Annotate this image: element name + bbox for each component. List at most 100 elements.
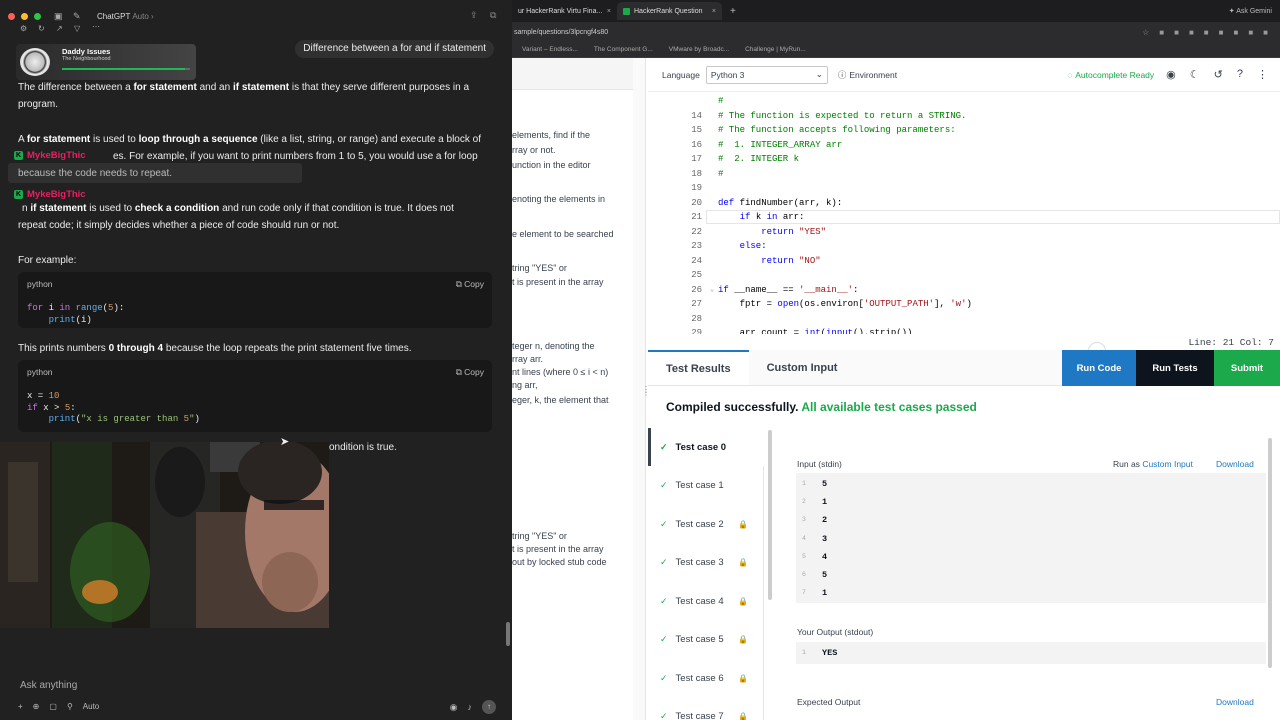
run-tests-button[interactable]: Run Tests xyxy=(1136,350,1214,386)
fold-icon[interactable]: ⌄ xyxy=(710,283,714,297)
url-field[interactable]: sample/questions/3lpcngf4s80 xyxy=(514,29,1142,36)
test-case-label: Test case 2 xyxy=(675,518,724,530)
bookmark[interactable]: VMware by Broadc... xyxy=(663,46,735,53)
new-chat-icon[interactable]: ✎ xyxy=(73,11,81,22)
code-line[interactable]: 25 xyxy=(648,268,1280,282)
more-icon[interactable]: ⋮ xyxy=(1257,68,1268,81)
run-code-button[interactable]: Run Code xyxy=(1062,350,1136,386)
tab-hackerrank-question[interactable]: HackerRank Question × xyxy=(617,2,722,20)
ask-gemini-button[interactable]: ✦ Ask Gemini xyxy=(1229,7,1272,15)
code-line[interactable]: 16 # 1. INTEGER_ARRAY arr xyxy=(648,138,1280,152)
run-as-custom-link[interactable]: Run as Custom Input xyxy=(1113,459,1193,469)
filter-icon[interactable]: ▽ xyxy=(74,24,80,33)
eye-icon[interactable]: ◉ xyxy=(1166,68,1176,81)
code-line[interactable]: 26 if __name__ == '__main__': ⌄ xyxy=(648,283,1280,297)
copy-button[interactable]: ⧉ Copy xyxy=(456,279,484,290)
test-case-item[interactable]: ✓ Test case 1 xyxy=(648,467,764,505)
globe-icon[interactable]: ⊕ xyxy=(33,702,40,711)
download-input-link[interactable]: Download xyxy=(1216,459,1254,469)
message-input[interactable]: Ask anything xyxy=(20,680,77,691)
new-tab-button[interactable]: + xyxy=(722,6,744,17)
voice-icon[interactable]: ◉ xyxy=(450,702,458,713)
problem-line: ng arr, xyxy=(512,380,538,390)
code-block: python ⧉ Copy for i in range(5): print(i… xyxy=(18,272,492,328)
extension-icon[interactable]: ■ xyxy=(1233,28,1238,37)
code-lines[interactable]: #14 # The function is expected to return … xyxy=(648,94,1280,334)
scrollbar[interactable] xyxy=(768,430,772,600)
new-window-icon[interactable]: ⧉ xyxy=(490,10,496,21)
history-icon[interactable]: ↺ xyxy=(1214,68,1223,81)
extension-icon[interactable]: ■ xyxy=(1219,28,1224,37)
tab-test-results[interactable]: Test Results xyxy=(648,350,749,385)
extension-icon[interactable]: ■ xyxy=(1204,28,1209,37)
code-line[interactable]: 19 xyxy=(648,181,1280,195)
code-line[interactable]: 23 else: xyxy=(648,239,1280,253)
tab-custom-input[interactable]: Custom Input xyxy=(749,350,856,385)
code-line[interactable]: 18 # xyxy=(648,167,1280,181)
code-line[interactable]: 20 def findNumber(arr, k): xyxy=(648,196,1280,210)
tools-icon[interactable]: ⚲ xyxy=(67,702,73,711)
code-line[interactable]: 29 arr_count = int(input().strip()) xyxy=(648,326,1280,334)
copy-button[interactable]: ⧉ Copy xyxy=(456,367,484,378)
code-line[interactable]: 24 return "NO" xyxy=(648,254,1280,268)
maximize-window-icon[interactable] xyxy=(34,13,41,20)
composer: Ask anything + ⊕ ▢ ⚲ Auto ◉ ♪ ↑ xyxy=(10,674,502,716)
minimize-window-icon[interactable] xyxy=(21,13,28,20)
close-icon[interactable]: × xyxy=(607,8,611,15)
environment-button[interactable]: ⓘ Environment xyxy=(838,69,897,81)
custom-input-link[interactable]: Custom Input xyxy=(1142,459,1193,469)
code-line[interactable]: 22 return "YES" xyxy=(648,225,1280,239)
bookmark[interactable]: Challenge | MyRun... xyxy=(739,46,812,53)
extension-icon[interactable]: ■ xyxy=(1263,28,1268,37)
code-line[interactable]: # xyxy=(648,94,1280,108)
extension-icon[interactable]: ■ xyxy=(1174,28,1179,37)
send-button[interactable]: ↑ xyxy=(482,700,496,714)
problem-line: out by locked stub code xyxy=(512,557,607,567)
close-window-icon[interactable] xyxy=(8,13,15,20)
check-circle-icon: ✓ xyxy=(660,480,668,490)
test-case-item[interactable]: ✓ Test case 6 🔒 xyxy=(648,659,764,697)
autocomplete-status[interactable]: ◌ Autocomplete Ready xyxy=(1067,70,1154,80)
test-case-item[interactable]: ✓ Test case 4 🔒 xyxy=(648,582,764,620)
moon-icon[interactable]: ☾ xyxy=(1190,68,1200,81)
screen-icon[interactable]: ▢ xyxy=(49,702,57,711)
more-icon[interactable]: ⋯ xyxy=(92,22,100,31)
code-line[interactable]: 21 if k in arr: xyxy=(648,210,1280,224)
close-icon[interactable]: × xyxy=(712,8,716,15)
test-case-item[interactable]: ✓ Test case 2 🔒 xyxy=(648,505,764,543)
test-case-item[interactable]: ✓ Test case 5 🔒 xyxy=(648,621,764,659)
line-number: 17 xyxy=(691,154,702,164)
mode-label[interactable]: Auto xyxy=(83,702,99,711)
language-select[interactable]: Python 3 ⌄ xyxy=(705,65,828,84)
extension-icon[interactable]: ■ xyxy=(1248,28,1253,37)
test-case-item[interactable]: ✓ Test case 3 🔒 xyxy=(648,544,764,582)
extension-icon[interactable]: ■ xyxy=(1159,28,1164,37)
submit-button[interactable]: Submit xyxy=(1214,350,1280,386)
settings-icon[interactable]: ⚙ xyxy=(20,24,27,33)
code-line[interactable]: 15 # The function accepts following param… xyxy=(648,123,1280,137)
download-expected-link[interactable]: Download xyxy=(1216,697,1254,707)
code-line[interactable]: 17 # 2. INTEGER k xyxy=(648,152,1280,166)
sidebar-icon[interactable]: ▣ xyxy=(54,11,63,22)
help-icon[interactable]: ? xyxy=(1237,68,1243,81)
extension-icon[interactable]: ■ xyxy=(1189,28,1194,37)
problem-line: teger n, denoting the xyxy=(512,341,595,351)
scrollbar[interactable] xyxy=(506,622,510,646)
share-icon[interactable]: ↗ xyxy=(56,24,63,33)
test-case-item[interactable]: ✓ Test case 7 🔒 xyxy=(648,698,764,720)
plus-icon[interactable]: + xyxy=(18,702,23,711)
star-icon[interactable]: ☆ xyxy=(1142,28,1149,37)
tab-virtual-final[interactable]: ur HackerRank Virtu Fina... × xyxy=(512,2,617,20)
code-line[interactable]: 28 xyxy=(648,312,1280,326)
app-name[interactable]: ChatGPT Auto › xyxy=(97,12,154,21)
bookmark[interactable]: The Component G... xyxy=(588,46,659,53)
io-row: 65 xyxy=(796,566,1266,584)
test-case-item[interactable]: ✓ Test case 0 xyxy=(648,428,764,466)
mic-icon[interactable]: ♪ xyxy=(468,702,473,712)
bookmark[interactable]: Variant – Endless... xyxy=(516,46,584,53)
code-line[interactable]: 27 fptr = open(os.environ['OUTPUT_PATH']… xyxy=(648,297,1280,311)
code-line[interactable]: 14 # The function is expected to return a… xyxy=(648,109,1280,123)
share-icon[interactable]: ⇪ xyxy=(470,10,478,21)
refresh-icon[interactable]: ↻ xyxy=(38,24,45,33)
scrollbar[interactable] xyxy=(1268,438,1272,668)
